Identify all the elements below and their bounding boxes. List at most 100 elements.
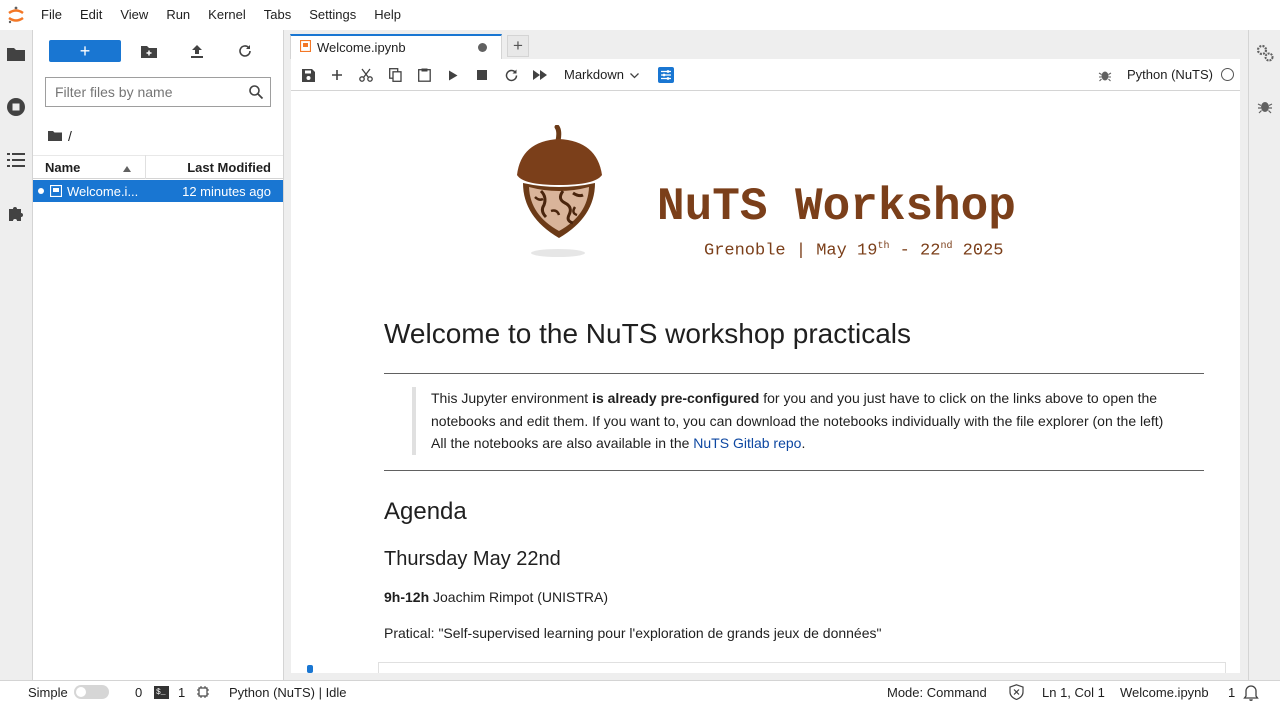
- kernel-name-button[interactable]: Python (NuTS): [1127, 67, 1213, 82]
- left-activity-bar: [0, 30, 33, 680]
- menu-bar: File Edit View Run Kernel Tabs Settings …: [0, 0, 1280, 30]
- menu-settings[interactable]: Settings: [300, 0, 365, 30]
- property-inspector-icon[interactable]: [657, 66, 675, 84]
- menu-file[interactable]: File: [32, 0, 71, 30]
- new-tab-button[interactable]: +: [507, 35, 529, 57]
- refresh-icon[interactable]: [235, 41, 255, 61]
- add-cell-icon[interactable]: [328, 66, 346, 84]
- debugger-icon[interactable]: [1257, 98, 1273, 117]
- notebook-toolbar: Markdown Python (NuTS): [291, 59, 1240, 91]
- active-cell-marker: [307, 665, 313, 673]
- kernel-count[interactable]: 1: [178, 685, 185, 700]
- banner-sub-mid: - 22: [889, 241, 941, 261]
- menu-edit[interactable]: Edit: [71, 0, 111, 30]
- tab-welcome-ipynb[interactable]: Welcome.ipynb: [290, 34, 502, 59]
- cell-type-select[interactable]: Markdown: [564, 67, 639, 82]
- agenda-heading: Agenda: [384, 498, 467, 525]
- tab-label: Welcome.ipynb: [317, 40, 406, 55]
- notebook-icon: [299, 39, 312, 55]
- trusted-shield-icon[interactable]: [1009, 684, 1024, 703]
- menu-kernel[interactable]: Kernel: [199, 0, 255, 30]
- divider: [384, 373, 1204, 374]
- kernel-status-text[interactable]: Python (NuTS) | Idle: [229, 685, 347, 700]
- debugger-bug-icon[interactable]: [1096, 66, 1114, 84]
- session-slot: 9h-12h Joachim Rimpot (UNISTRA): [384, 589, 608, 605]
- column-modified-header[interactable]: Last Modified: [146, 160, 283, 175]
- banner-sub-suffix: 2025: [952, 241, 1004, 261]
- banner-sub-prefix: Grenoble | May 19: [704, 241, 878, 261]
- session-talk: Pratical: "Self-supervised learning pour…: [384, 625, 882, 641]
- document-tab-bar: Welcome.ipynb +: [290, 34, 1240, 59]
- folder-icon[interactable]: [6, 44, 26, 64]
- slot-time: 9h-12h: [384, 589, 430, 605]
- file-browser-toolbar: +: [33, 30, 283, 70]
- notebook-panel[interactable]: NuTS Workshop Grenoble | May 19th - 22nd…: [291, 91, 1240, 673]
- breadcrumb: /: [48, 127, 72, 145]
- banner-subtitle: Grenoble | May 19th - 22nd 2025: [704, 241, 1004, 261]
- file-filter: [45, 77, 271, 107]
- terminal-icon: $_: [154, 686, 169, 699]
- chevron-down-icon: [630, 67, 639, 82]
- file-list-header: Name Last Modified: [33, 155, 283, 179]
- save-icon[interactable]: [299, 66, 317, 84]
- page-title: Welcome to the NuTS workshop practicals: [384, 318, 912, 349]
- right-sidebar: [1248, 30, 1280, 680]
- menu-tabs[interactable]: Tabs: [255, 0, 300, 30]
- cell-type-value: Markdown: [564, 67, 624, 82]
- next-cell[interactable]: [378, 662, 1226, 673]
- menu-help[interactable]: Help: [365, 0, 410, 30]
- quote-text-1: This Jupyter environment: [431, 390, 593, 406]
- cpu-chip-icon: [196, 685, 210, 702]
- info-blockquote: This Jupyter environment is already pre-…: [412, 387, 1172, 455]
- gitlab-repo-link[interactable]: NuTS Gitlab repo: [693, 435, 801, 451]
- simple-mode-toggle[interactable]: [74, 685, 109, 699]
- running-kernels-icon[interactable]: [6, 97, 26, 117]
- paste-icon[interactable]: [415, 66, 433, 84]
- banner-title: NuTS Workshop: [657, 181, 1016, 233]
- status-bar: Simple 0 $_ 1 Python (NuTS) | Idle Mode:…: [0, 680, 1280, 703]
- menu-view[interactable]: View: [111, 0, 157, 30]
- run-icon[interactable]: [444, 66, 462, 84]
- acorn-globe-icon: [517, 125, 602, 257]
- running-indicator-icon: [38, 188, 44, 194]
- bell-icon[interactable]: [1243, 684, 1259, 703]
- file-browser-panel: + / Name Last Modified: [33, 30, 284, 680]
- extensions-icon[interactable]: [6, 203, 26, 223]
- unsaved-changes-icon[interactable]: [478, 43, 487, 52]
- banner-sup-th: th: [877, 241, 890, 252]
- notification-count[interactable]: 1: [1228, 685, 1235, 700]
- day-heading: Thursday May 22nd: [384, 548, 561, 570]
- file-name: Welcome.i...: [67, 183, 139, 199]
- file-modified: 12 minutes ago: [182, 183, 271, 199]
- property-inspector-gears-icon[interactable]: [1256, 44, 1274, 65]
- slot-speaker: Joachim Rimpot (UNISTRA): [429, 589, 609, 605]
- simple-mode-label: Simple: [28, 685, 68, 700]
- quote-bold: is already pre-configured: [592, 390, 760, 406]
- divider: [384, 470, 1204, 471]
- upload-icon[interactable]: [187, 41, 207, 61]
- jupyter-logo-icon: [0, 0, 32, 30]
- notebook-scrollbar[interactable]: [1240, 59, 1248, 673]
- column-name-header[interactable]: Name: [33, 155, 146, 179]
- menu-run[interactable]: Run: [157, 0, 199, 30]
- restart-icon[interactable]: [502, 66, 520, 84]
- banner-sup-nd: nd: [940, 241, 953, 252]
- fast-forward-icon[interactable]: [531, 66, 549, 84]
- terminal-count[interactable]: 0: [135, 685, 142, 700]
- new-launcher-button[interactable]: +: [49, 40, 121, 62]
- stop-icon[interactable]: [473, 66, 491, 84]
- new-folder-icon[interactable]: [139, 41, 159, 61]
- file-list-item[interactable]: Welcome.i... 12 minutes ago: [33, 180, 283, 202]
- table-of-contents-icon[interactable]: [6, 150, 26, 170]
- quote-end: .: [801, 435, 806, 451]
- copy-icon[interactable]: [386, 66, 404, 84]
- breadcrumb-root[interactable]: /: [68, 128, 72, 144]
- kernel-status-idle-icon: [1221, 68, 1234, 81]
- cut-icon[interactable]: [357, 66, 375, 84]
- search-icon: [248, 84, 264, 103]
- status-filename: Welcome.ipynb: [1120, 685, 1209, 700]
- cursor-position[interactable]: Ln 1, Col 1: [1042, 685, 1105, 700]
- column-name-label: Name: [45, 159, 81, 175]
- folder-icon[interactable]: [48, 128, 62, 144]
- file-filter-input[interactable]: [46, 84, 236, 100]
